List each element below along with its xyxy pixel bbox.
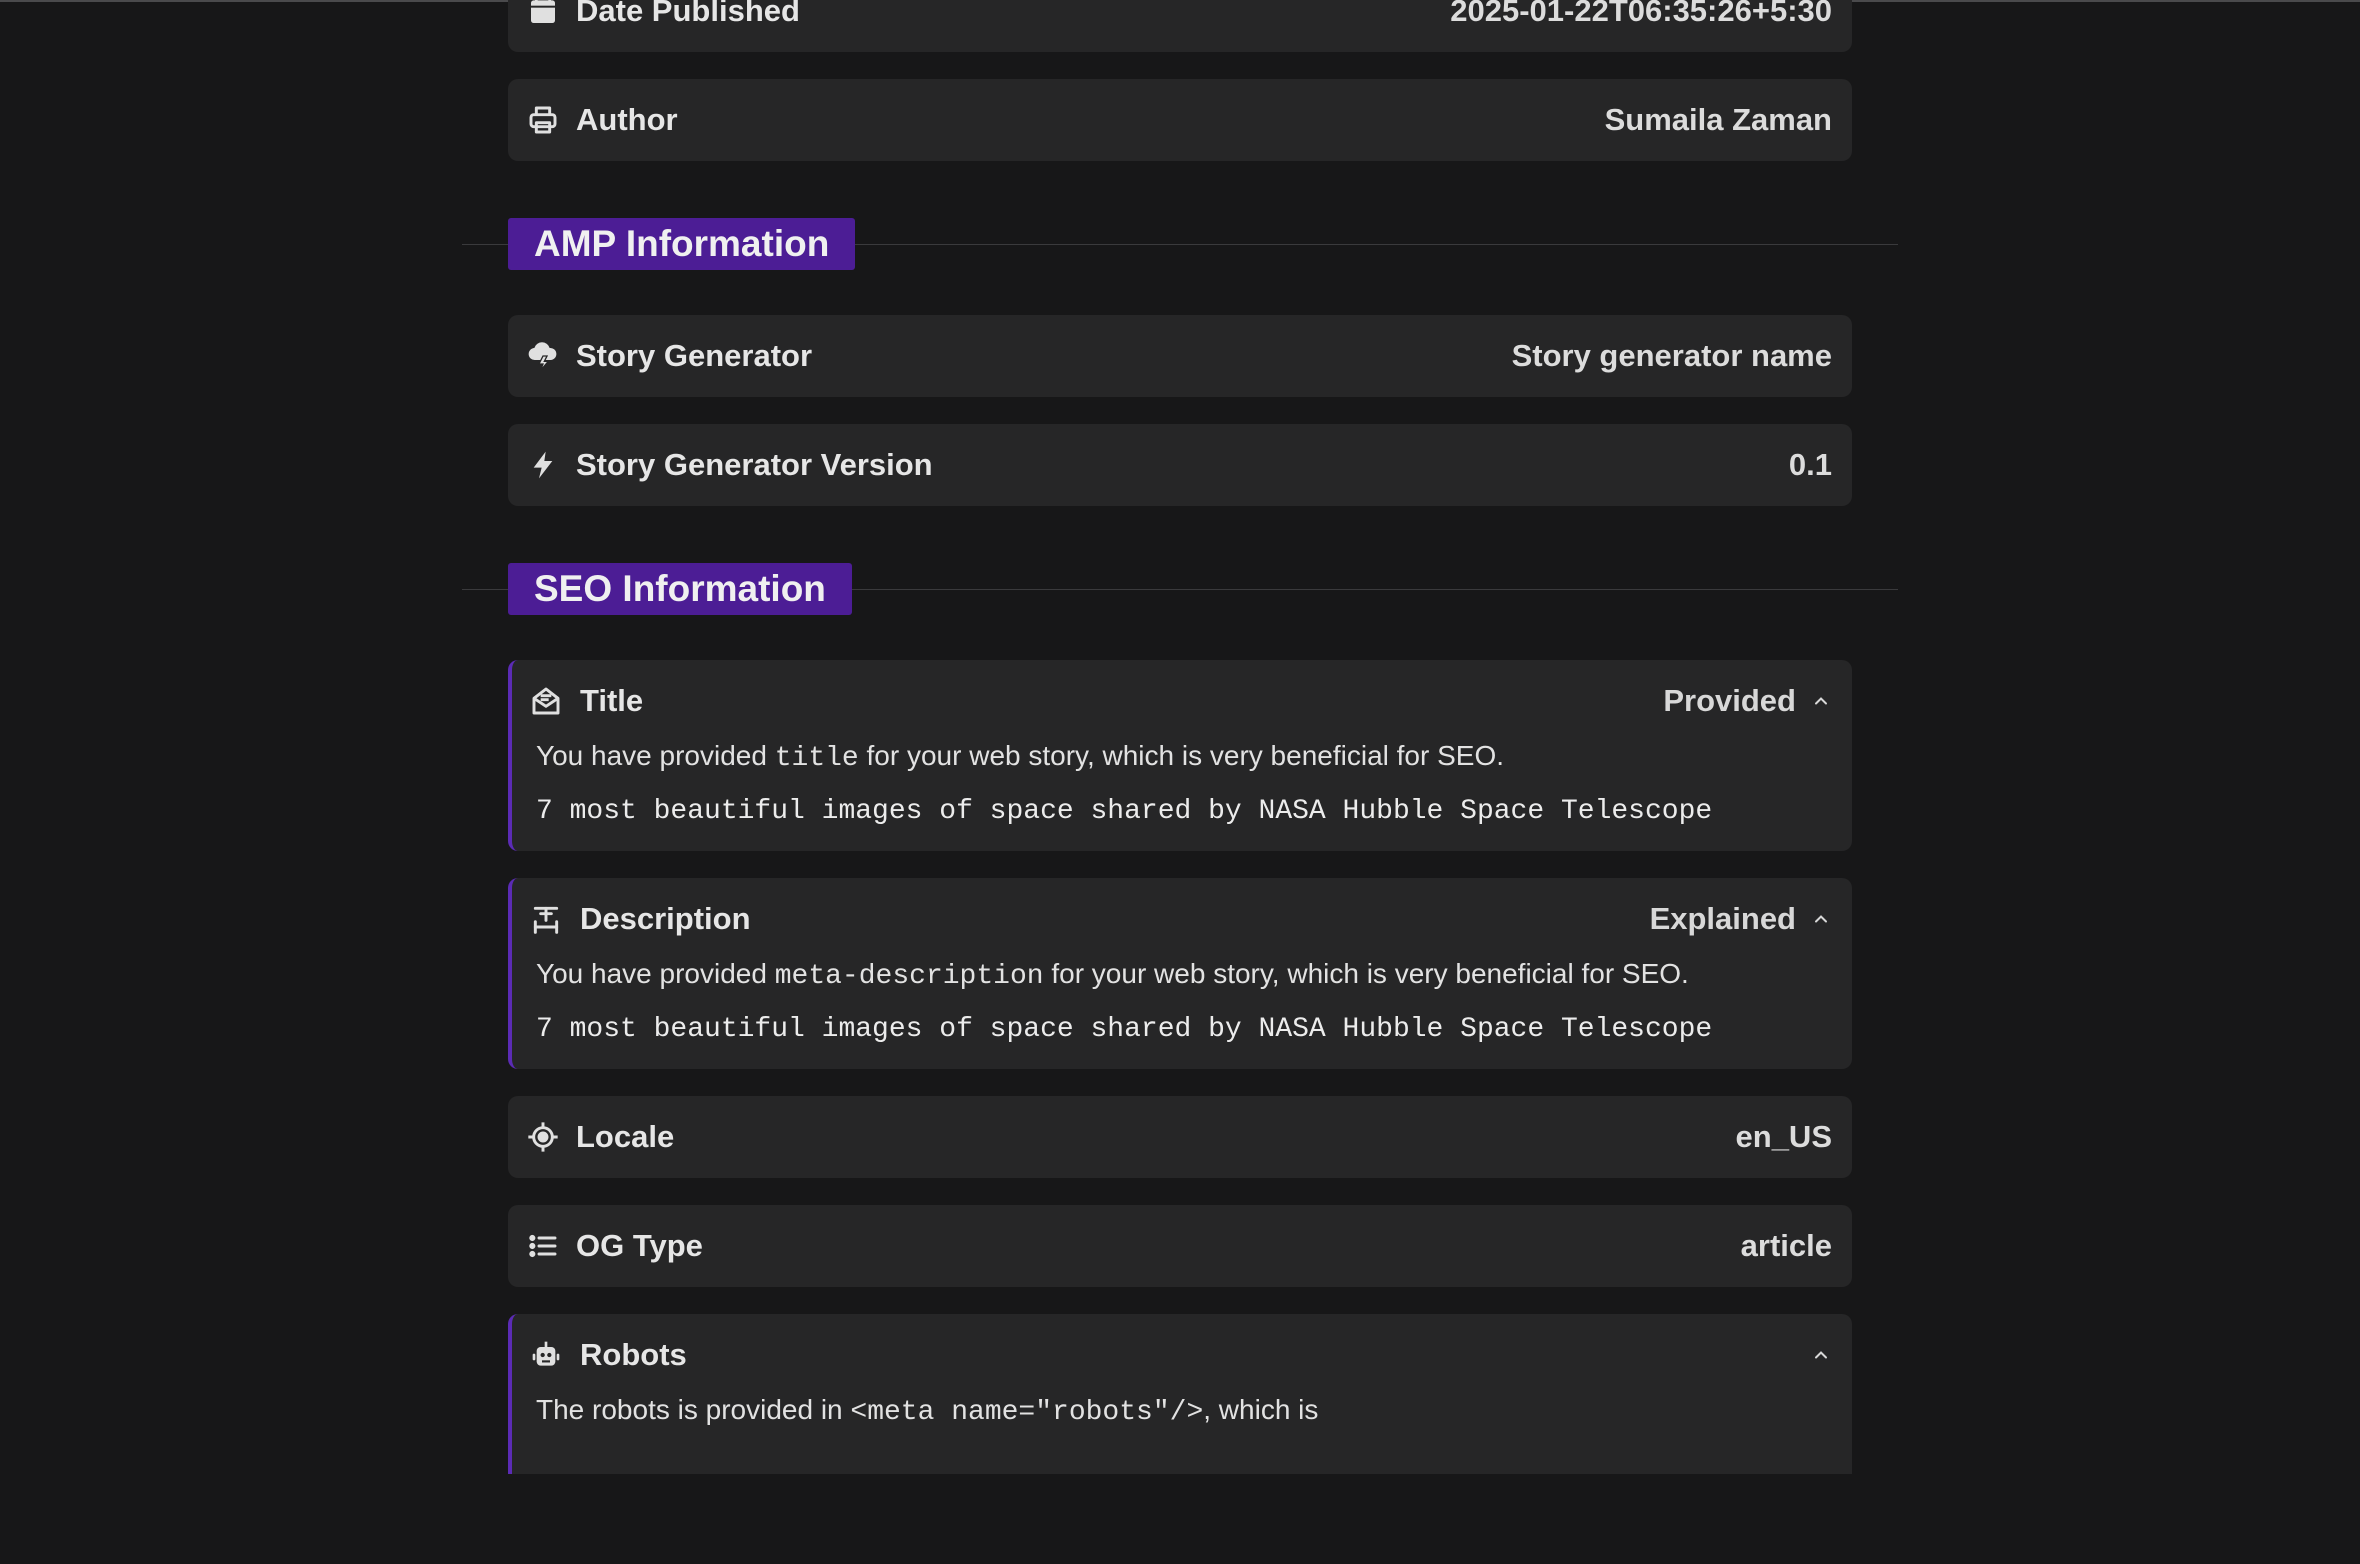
- seo-card-status: Explained: [1649, 901, 1796, 936]
- section-title: AMP Information: [508, 218, 856, 270]
- info-row-value: Story generator name: [1511, 338, 1832, 373]
- seo-card-description: You have provided title for your web sto…: [536, 740, 1832, 774]
- info-row-value: 0.1: [1788, 447, 1832, 482]
- section-header-seo: SEO Information: [462, 563, 1898, 615]
- seo-card-content: 7 most beautiful images of space shared …: [536, 796, 1713, 827]
- seo-card-label: Robots: [580, 1337, 687, 1372]
- bolt-icon: [526, 448, 560, 482]
- info-row-label: Locale: [576, 1119, 675, 1154]
- text-align-icon: [528, 901, 564, 937]
- desc-text: You have provided: [536, 740, 775, 771]
- calendar-icon: [526, 0, 560, 28]
- seo-card-description-text: You have provided meta-description for y…: [536, 958, 1832, 992]
- story-details-panel: Date Published 2025-01-22T06:35:26+5:30 …: [462, 0, 1898, 1501]
- desc-text: , which is: [1203, 1394, 1319, 1425]
- seo-card-header[interactable]: Description Explained: [528, 896, 1832, 942]
- info-row-label: Author: [576, 102, 678, 137]
- info-row-story-generator-version: Story Generator Version 0.1: [508, 424, 1852, 506]
- robot-icon: [528, 1337, 564, 1373]
- info-row-label: Story Generator Version: [576, 447, 933, 482]
- cloud-lightning-icon: [526, 339, 560, 373]
- seo-card-header[interactable]: Title Provided: [528, 678, 1832, 724]
- desc-text: The robots is provided in: [536, 1394, 851, 1425]
- seo-card-label: Description: [580, 901, 751, 936]
- seo-card-robots: Robots The robots is provided in <meta n…: [508, 1314, 1852, 1474]
- section-header-amp: AMP Information: [462, 218, 1898, 270]
- seo-card-label: Title: [580, 683, 644, 718]
- desc-code: <meta name="robots"/>: [850, 1397, 1204, 1428]
- desc-text: You have provided: [536, 958, 775, 989]
- chevron-up-icon[interactable]: [1810, 690, 1832, 712]
- info-row-story-generator: Story Generator Story generator name: [508, 315, 1852, 397]
- list-icon: [526, 1229, 560, 1263]
- seo-card-title: Title Provided You have provided title f…: [508, 660, 1852, 851]
- chevron-up-icon[interactable]: [1810, 908, 1832, 930]
- info-row-author: Author Sumaila Zaman: [508, 79, 1852, 161]
- desc-code: meta-description: [774, 961, 1044, 992]
- seo-card-status: Provided: [1663, 683, 1796, 718]
- info-row-value: Sumaila Zaman: [1604, 102, 1832, 137]
- seo-card-content: 7 most beautiful images of space shared …: [536, 1014, 1713, 1045]
- seo-card-description: Description Explained You have provided …: [508, 878, 1852, 1069]
- desc-code: title: [774, 743, 859, 774]
- seo-card-header[interactable]: Robots: [528, 1332, 1832, 1378]
- info-row-label: OG Type: [576, 1228, 703, 1263]
- info-row-og-type: OG Type article: [508, 1205, 1852, 1287]
- info-row-value: article: [1740, 1228, 1832, 1263]
- info-row-date-published: Date Published 2025-01-22T06:35:26+5:30: [508, 0, 1852, 52]
- target-icon: [526, 1120, 560, 1154]
- section-title: SEO Information: [508, 563, 852, 615]
- info-row-value: en_US: [1735, 1119, 1832, 1154]
- chevron-up-icon[interactable]: [1810, 1344, 1832, 1366]
- printer-icon: [526, 103, 560, 137]
- desc-text: for your web story, which is very benefi…: [1043, 958, 1689, 989]
- desc-text: for your web story, which is very benefi…: [858, 740, 1505, 771]
- info-row-value: 2025-01-22T06:35:26+5:30: [1450, 0, 1832, 28]
- info-row-label: Date Published: [576, 0, 800, 28]
- seo-card-description: The robots is provided in <meta name="ro…: [536, 1394, 1832, 1428]
- info-row-locale: Locale en_US: [508, 1096, 1852, 1178]
- mail-open-icon: [528, 683, 564, 719]
- info-row-label: Story Generator: [576, 338, 813, 373]
